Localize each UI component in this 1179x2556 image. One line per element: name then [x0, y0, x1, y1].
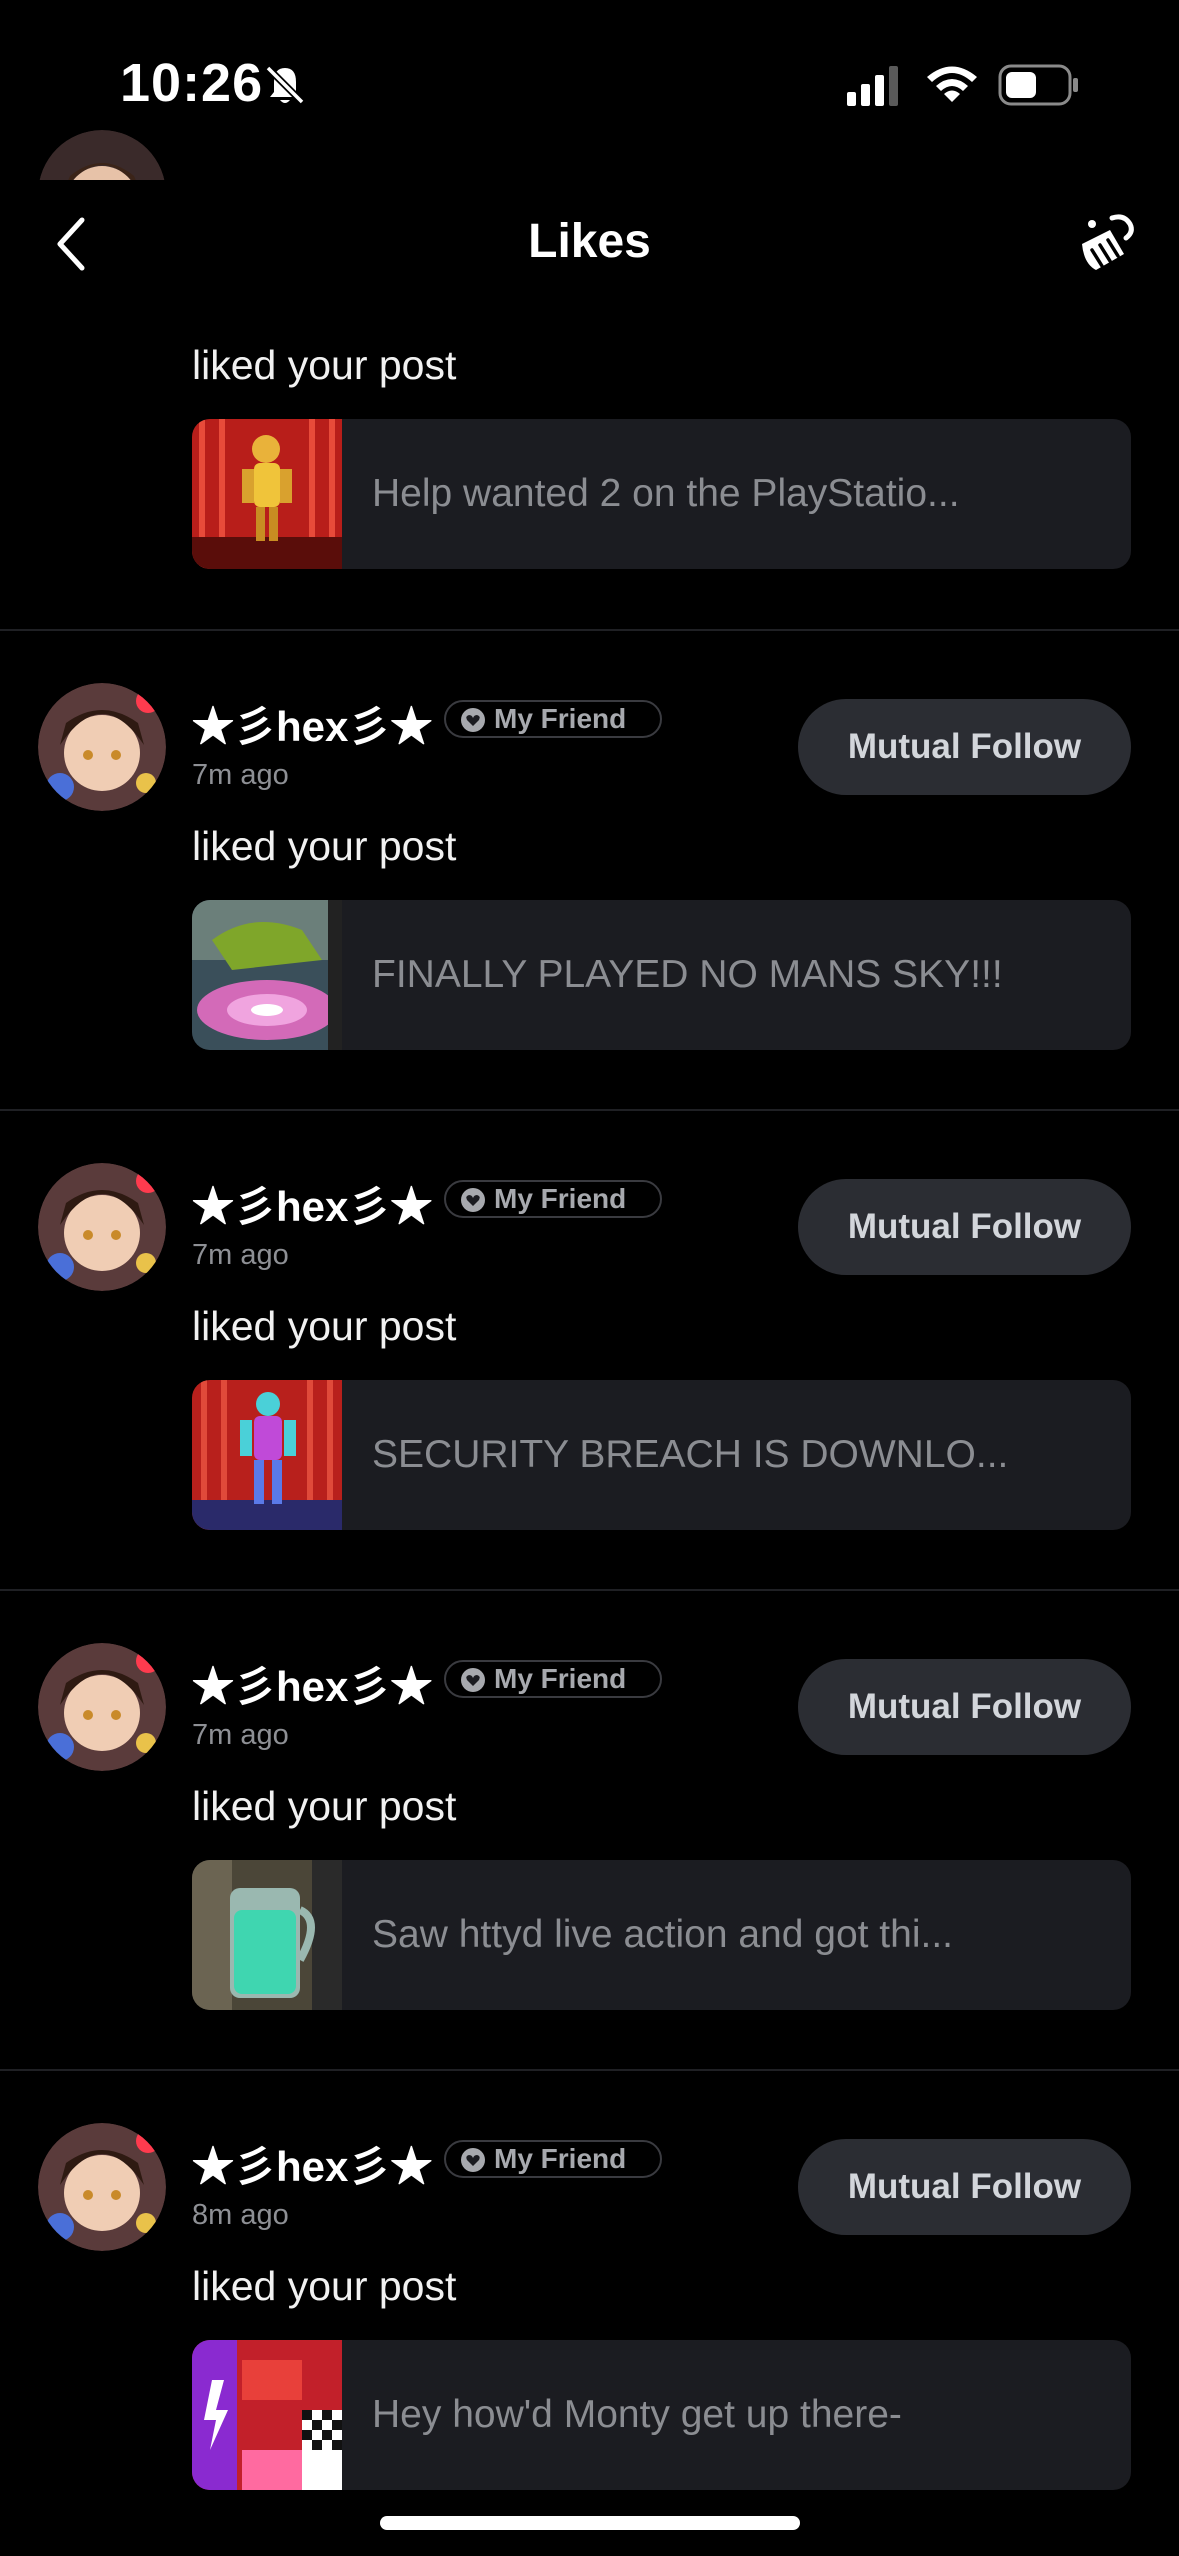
list-item[interactable]: ★彡hex彡★ My Friend 8m ago Mutual Follow l…: [0, 2071, 1179, 2551]
status-bar: 10:26: [0, 0, 1179, 150]
post-preview-text: Hey how'd Monty get up there-: [372, 2393, 902, 2436]
list-item[interactable]: ★彡hex彡★ My Friend 7m ago Mutual Follow l…: [0, 631, 1179, 1111]
post-preview[interactable]: FINALLY PLAYED NO MANS SKY!!!: [192, 900, 1131, 1050]
navigation-bar: Likes: [0, 180, 1179, 305]
page-title: Likes: [528, 215, 651, 268]
badge-label: My Friend: [494, 1663, 627, 1694]
friend-badge: My Friend: [444, 1180, 662, 1218]
friend-heart-icon: [461, 1668, 485, 1692]
post-preview[interactable]: SECURITY BREACH IS DOWNLO...: [192, 1380, 1131, 1530]
action-text: liked your post: [192, 2263, 457, 2309]
avatar[interactable]: [38, 1163, 166, 1291]
post-preview[interactable]: Hey how'd Monty get up there-: [192, 2340, 1131, 2490]
post-thumbnail: [192, 2340, 342, 2490]
home-indicator: [380, 2516, 800, 2530]
avatar[interactable]: [38, 683, 166, 811]
action-text: liked your post: [192, 1303, 457, 1349]
action-text: liked your post: [192, 823, 457, 869]
mutual-follow-button[interactable]: Mutual Follow: [798, 1659, 1131, 1755]
friend-heart-icon: [461, 2148, 485, 2172]
mutual-follow-button[interactable]: Mutual Follow: [798, 2139, 1131, 2235]
username[interactable]: ★彡hex彡★: [192, 1173, 432, 1234]
bell-slash-icon: [265, 65, 305, 105]
post-preview[interactable]: Saw httyd live action and got thi...: [192, 1860, 1131, 2010]
friend-heart-icon: [461, 708, 485, 732]
timestamp: 7m ago: [192, 759, 289, 791]
post-preview-text: SECURITY BREACH IS DOWNLO...: [372, 1433, 1009, 1476]
username[interactable]: ★彡hex彡★: [192, 693, 432, 754]
list-item[interactable]: ★彡hex彡★ My Friend 7m ago Mutual Follow l…: [0, 1111, 1179, 1591]
likes-screen: liked your post Help wanted 2 on the Pla…: [0, 0, 1179, 2556]
timestamp: 7m ago: [192, 1239, 289, 1271]
battery-icon: [998, 64, 1078, 106]
avatar[interactable]: [38, 2123, 166, 2251]
action-text: liked your post: [192, 342, 457, 388]
wifi-icon: [927, 66, 977, 102]
friend-badge: My Friend: [444, 1660, 662, 1698]
badge-label: My Friend: [494, 2143, 627, 2174]
list-item[interactable]: ★彡hex彡★ My Friend 7m ago Mutual Follow l…: [0, 1591, 1179, 2071]
timestamp: 7m ago: [192, 1719, 289, 1751]
post-thumbnail: [192, 419, 342, 569]
post-thumbnail: [192, 1380, 342, 1530]
action-text: liked your post: [192, 1783, 457, 1829]
post-thumbnail: [192, 900, 342, 1050]
username[interactable]: ★彡hex彡★: [192, 1653, 432, 1714]
username[interactable]: ★彡hex彡★: [192, 2133, 432, 2194]
broom-icon[interactable]: [1072, 210, 1138, 276]
status-time: 10:26: [120, 53, 264, 113]
badge-label: My Friend: [494, 703, 627, 734]
friend-heart-icon: [461, 1188, 485, 1212]
friend-badge: My Friend: [444, 700, 662, 738]
post-preview-text: FINALLY PLAYED NO MANS SKY!!!: [372, 953, 1003, 996]
avatar[interactable]: [38, 1643, 166, 1771]
post-preview-text: Help wanted 2 on the PlayStatio...: [372, 472, 960, 515]
timestamp: 8m ago: [192, 2199, 289, 2231]
friend-badge: My Friend: [444, 2140, 662, 2178]
mutual-follow-button[interactable]: Mutual Follow: [798, 1179, 1131, 1275]
badge-label: My Friend: [494, 1183, 627, 1214]
post-preview-text: Saw httyd live action and got thi...: [372, 1913, 954, 1956]
post-preview[interactable]: Help wanted 2 on the PlayStatio...: [192, 419, 1131, 569]
mutual-follow-button[interactable]: Mutual Follow: [798, 699, 1131, 795]
post-thumbnail: [192, 1860, 342, 2010]
cellular-signal-icon: [847, 66, 898, 106]
